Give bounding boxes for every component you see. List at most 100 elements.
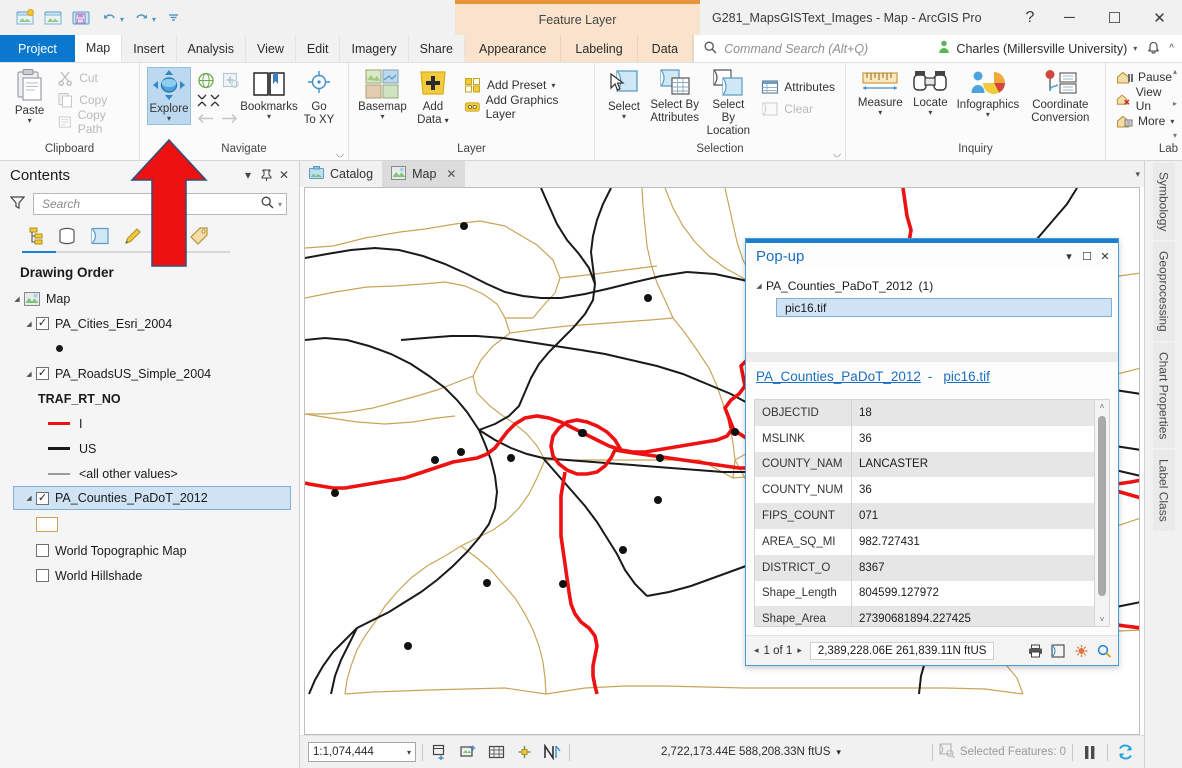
expander-icon[interactable]: ◢ (22, 320, 36, 328)
tab-map[interactable]: Map (74, 35, 123, 62)
popup-subtitle-feature-link[interactable]: pic16.tif (943, 369, 990, 384)
bookmarks-button[interactable]: Bookmarks ▾ (240, 67, 298, 122)
paste-dropdown-icon[interactable]: ▾ (28, 117, 32, 125)
layer-visibility-checkbox[interactable] (36, 569, 49, 582)
paste-button[interactable]: Paste ▾ (7, 67, 52, 126)
tab-share[interactable]: Share (409, 35, 465, 62)
measure-dropdown-icon[interactable]: ▾ (878, 109, 882, 117)
add-graphics-layer-button[interactable]: Add Graphics Layer (461, 93, 587, 121)
expander-icon[interactable]: ◢ (10, 295, 24, 303)
tree-item-pa-counties[interactable]: ◢ PA_Counties_PaDoT_2012 (13, 486, 291, 510)
table-row[interactable]: Shape_Length 804599.127972 (755, 580, 1094, 607)
ribbon-scroll-right-icon[interactable]: ▸ (1173, 99, 1177, 108)
dock-tab-chart-properties[interactable]: Chart Properties (1152, 343, 1175, 449)
next-feature-icon[interactable]: ▸ (797, 645, 802, 656)
select-by-attributes-button[interactable]: Select By Attributes (648, 67, 701, 127)
tree-item-world-hillshade[interactable]: World Hillshade (0, 563, 299, 588)
list-by-data-source-icon[interactable] (55, 225, 79, 247)
pause-icon[interactable] (1079, 742, 1101, 762)
add-new-map-icon[interactable] (429, 742, 451, 762)
account-dropdown-icon[interactable]: ▾ (1133, 44, 1137, 53)
list-by-snapping-icon[interactable] (154, 225, 178, 247)
scrollbar-thumb[interactable] (1098, 416, 1106, 596)
close-button[interactable]: ✕ (1137, 1, 1182, 35)
maximize-button[interactable]: ☐ (1092, 1, 1137, 35)
explore-button[interactable]: Explore ▾ (147, 67, 191, 126)
full-extent-icon[interactable] (196, 71, 216, 93)
view-tab-catalog[interactable]: Catalog (300, 161, 382, 187)
view-tabs-overflow-icon[interactable]: ▾ (1135, 161, 1140, 187)
popup-subtitle-layer-link[interactable]: PA_Counties_PaDoT_2012 (756, 369, 921, 384)
locate-button[interactable]: Locate ▾ (908, 67, 954, 118)
tab-imagery[interactable]: Imagery (340, 35, 409, 62)
redo-dropdown-icon[interactable]: ▾ (152, 11, 156, 24)
layer-visibility-checkbox[interactable] (36, 317, 49, 330)
tab-edit[interactable]: Edit (296, 35, 341, 62)
command-search[interactable]: Command Search (Alt+Q) (693, 35, 931, 62)
ribbon-scroll-down-icon[interactable]: ▾ (1173, 131, 1177, 140)
list-by-selection-icon[interactable] (88, 225, 112, 247)
popup-maximize-icon[interactable]: ☐ (1078, 248, 1096, 266)
chevron-up-icon[interactable]: ^ (1169, 43, 1174, 54)
expander-icon[interactable]: ◢ (752, 282, 766, 290)
tab-analysis[interactable]: Analysis (177, 35, 247, 62)
explore-dropdown-icon[interactable]: ▾ (167, 115, 171, 123)
zoom-to-selection-icon[interactable] (196, 93, 222, 111)
save-project-icon[interactable] (68, 5, 94, 31)
previous-extent-icon[interactable] (197, 112, 214, 128)
locate-dropdown-icon[interactable]: ▾ (928, 109, 932, 117)
infographics-button[interactable]: Infographics ▾ (953, 67, 1022, 120)
table-row[interactable]: DISTRICT_O 8367 (755, 554, 1094, 581)
flash-feature-icon[interactable] (1073, 643, 1089, 659)
navigate-dialog-launcher-icon[interactable]: ◡ (336, 148, 344, 159)
bookmarks-dropdown-icon[interactable]: ▾ (267, 113, 271, 121)
print-popup-icon[interactable] (1027, 643, 1043, 659)
zoom-to-feature-icon[interactable] (1050, 643, 1066, 659)
view-unplaced-labels-button[interactable]: View Un (1113, 85, 1177, 113)
measure-button[interactable]: Measure ▾ (853, 67, 908, 118)
layout-view-icon[interactable] (457, 742, 479, 762)
map-scale-dropdown-icon[interactable]: ▾ (407, 748, 411, 757)
add-data-button[interactable]: Add Data ▾ (411, 67, 455, 129)
ribbon-scroll[interactable]: ▴ ▸ ▾ (1170, 67, 1180, 140)
help-button[interactable]: ? (1013, 1, 1047, 35)
basemap-button[interactable]: Basemap ▾ (356, 67, 409, 122)
go-to-xy-button[interactable]: Go To XY (297, 67, 341, 129)
search-input[interactable]: Search ▾ (33, 193, 287, 215)
open-project-icon[interactable] (40, 5, 66, 31)
scroll-up-icon[interactable]: ˄ (1095, 400, 1109, 413)
popup-result-group[interactable]: ◢ PA_Counties_PaDoT_2012 (1) (752, 276, 1112, 295)
tree-item-pa-cities[interactable]: ◢ PA_Cities_Esri_2004 (0, 311, 299, 336)
select-button[interactable]: Select ▾ (602, 67, 646, 122)
infographics-dropdown-icon[interactable]: ▾ (986, 111, 990, 119)
pin-icon[interactable] (257, 166, 275, 184)
table-row[interactable]: FIPS_COUNT 071 (755, 503, 1094, 529)
table-row[interactable]: OBJECTID 18 (755, 400, 1094, 426)
fixed-zoom-in-icon[interactable] (221, 71, 241, 93)
bell-icon[interactable] (1147, 40, 1160, 57)
cut-button[interactable]: Cut (54, 67, 132, 89)
redo-icon[interactable] (128, 5, 154, 31)
pan-to-feature-icon[interactable] (1096, 643, 1112, 659)
copy-path-button[interactable]: Copy Path (54, 108, 132, 136)
chevron-down-icon[interactable]: ▾ (239, 166, 257, 184)
table-row[interactable]: AREA_SQ_MI 982.727431 (755, 528, 1094, 555)
attributes-scrollbar[interactable]: ˄ ˅ (1095, 399, 1110, 627)
tab-project[interactable]: Project (0, 35, 75, 62)
select-by-location-button[interactable]: Select By Location (703, 67, 753, 141)
tab-labeling[interactable]: Labeling (561, 35, 638, 62)
dock-tab-geoprocessing[interactable]: Geoprocessing (1152, 242, 1175, 342)
search-options-icon[interactable]: ▾ (278, 200, 282, 209)
scroll-down-icon[interactable]: ˅ (1095, 613, 1109, 626)
table-row[interactable]: Shape_Area 27390681894.227425 (755, 606, 1094, 626)
tab-insert[interactable]: Insert (122, 35, 177, 62)
new-project-icon[interactable] (12, 5, 38, 31)
list-by-drawing-order-icon[interactable] (22, 225, 46, 247)
dock-tab-label-class[interactable]: Label Class (1152, 450, 1175, 532)
view-tab-map[interactable]: Map ✕ (382, 161, 466, 187)
layer-visibility-checkbox[interactable] (36, 544, 49, 557)
funnel-icon[interactable] (9, 195, 26, 213)
popup-menu-icon[interactable]: ▾ (1060, 248, 1078, 266)
north-arrow-icon[interactable] (541, 742, 563, 762)
undo-icon[interactable] (96, 5, 122, 31)
